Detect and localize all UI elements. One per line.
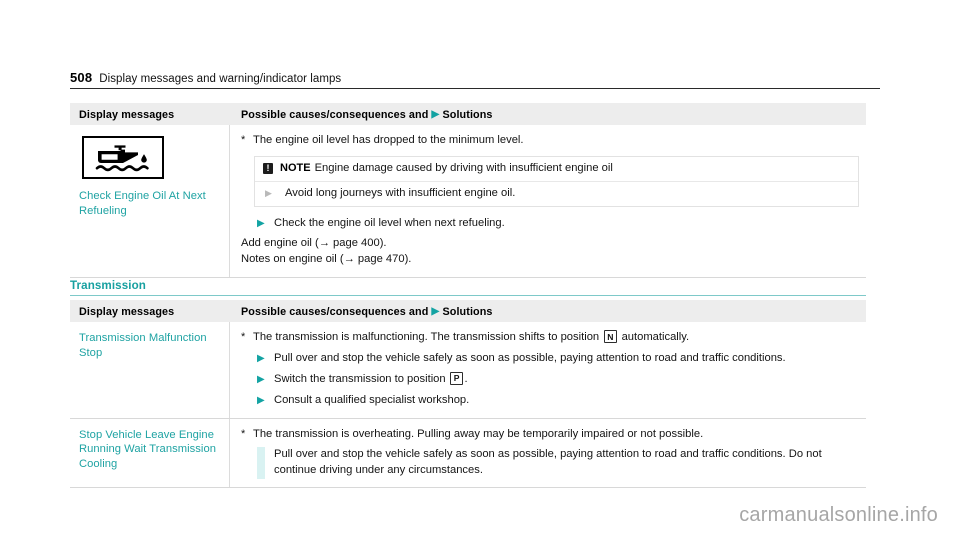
- causes-solutions-cell: * The engine oil level has dropped to th…: [230, 125, 866, 277]
- header-causes-text: Possible causes/consequences and: [241, 306, 429, 318]
- watermark: carmanualsonline.info: [739, 504, 938, 526]
- solution-item: ▶ Switch the transmission to position P.: [257, 371, 860, 388]
- note-triangle-icon: ▶: [265, 187, 272, 198]
- message-cell: Transmission Malfunction Stop: [70, 322, 230, 418]
- cause-bullet: *: [241, 427, 246, 440]
- table-row: Check Engine Oil At Next Refueling * The…: [70, 125, 866, 278]
- section-heading-transmission: Transmission: [70, 279, 866, 297]
- solutions-triangle-icon: ▶: [431, 306, 440, 317]
- warning-exclamation-icon: !: [263, 162, 273, 174]
- solution-item: ▶ Check the engine oil level when next r…: [257, 216, 860, 232]
- solution-text-part2: .: [464, 372, 468, 385]
- cross-reference-line: Notes on engine oil (→ page 470).: [241, 253, 412, 265]
- solution-text-part1: Switch the transmission to position: [274, 372, 446, 385]
- display-message-label: Stop Vehicle Leave Engine Running Wait T…: [79, 428, 217, 470]
- solution-triangle-icon: ▶: [257, 449, 265, 460]
- section-title: Transmission: [70, 279, 146, 292]
- note-action-row: ▶ Avoid long journeys with insufficient …: [255, 182, 858, 206]
- manual-page: 508 Display messages and warning/indicat…: [0, 0, 960, 533]
- cause-bullet: *: [241, 134, 246, 146]
- causes-solutions-cell: * The transmission is overheating. Pulli…: [230, 419, 866, 488]
- cause-text: The transmission is malfunctioning. The …: [253, 330, 860, 346]
- cause-text-part1: The transmission is malfunctioning. The …: [253, 331, 600, 343]
- section-divider: [70, 295, 866, 297]
- table-header-display-messages: Display messages: [79, 109, 175, 121]
- display-message-label: Transmission Malfunction Stop: [79, 332, 207, 359]
- note-action-text: Avoid long journeys with insufficient en…: [285, 187, 516, 199]
- solution-item: ▶ Consult a qualified specialist worksho…: [257, 393, 860, 409]
- cross-reference-line: Add engine oil (→ page 400).: [241, 236, 387, 249]
- solution-triangle-icon: ▶: [257, 373, 265, 385]
- note-box: ! NOTE Engine damage caused by driving w…: [254, 155, 859, 207]
- engine-oil-level-lamp-icon: [82, 136, 164, 179]
- solution-item-highlighted: ▶ Pull over and stop the vehicle safely …: [257, 447, 860, 479]
- note-text: Engine damage caused by driving with ins…: [314, 162, 613, 174]
- cause-text-part2: automatically.: [621, 331, 690, 343]
- solution-triangle-icon: ▶: [257, 352, 265, 364]
- header-solutions-text: Solutions: [442, 306, 493, 318]
- gear-position-badge-p: P: [450, 371, 463, 385]
- solution-text: Switch the transmission to position P.: [274, 371, 860, 388]
- table-header-row: Display messages Possible causes/consequ…: [70, 300, 866, 322]
- solution-triangle-icon: ▶: [257, 217, 265, 229]
- solution-item: ▶ Pull over and stop the vehicle safely …: [257, 351, 860, 367]
- cause-text: The transmission is overheating. Pulling…: [253, 427, 704, 440]
- display-messages-table-engine-oil: Display messages Possible causes/consequ…: [70, 103, 866, 278]
- table-header-causes-solutions: Possible causes/consequences and ▶ Solut…: [230, 302, 866, 320]
- solution-text: Pull over and stop the vehicle safely as…: [274, 351, 786, 364]
- header-divider: [70, 88, 880, 90]
- chapter-title: Display messages and warning/indicator l…: [99, 73, 342, 85]
- solution-triangle-icon: ▶: [257, 394, 265, 406]
- solution-text: Consult a qualified specialist workshop.: [274, 393, 470, 406]
- running-head: 508 Display messages and warning/indicat…: [70, 70, 880, 85]
- table-row: Transmission Malfunction Stop * The tran…: [70, 322, 866, 419]
- display-message-label: Check Engine Oil At Next Refueling: [79, 190, 206, 217]
- note-keyword: NOTE: [280, 162, 311, 174]
- header-solutions-text: Solutions: [442, 109, 493, 121]
- gear-position-badge-n: N: [603, 330, 617, 343]
- note-headline-row: ! NOTE Engine damage caused by driving w…: [255, 157, 858, 182]
- message-cell: Check Engine Oil At Next Refueling: [70, 125, 230, 277]
- cause-item: * The engine oil level has dropped to th…: [241, 133, 860, 149]
- table-header-causes-solutions: Possible causes/consequences and ▶ Solut…: [230, 105, 866, 123]
- display-messages-table-transmission: Display messages Possible causes/consequ…: [70, 300, 866, 488]
- table-header-display-messages: Display messages: [79, 306, 175, 318]
- cause-text: The engine oil level has dropped to the …: [253, 134, 524, 146]
- cause-bullet: *: [241, 331, 246, 343]
- cause-item: * The transmission is malfunctioning. Th…: [241, 330, 860, 346]
- header-causes-text: Possible causes/consequences and: [241, 109, 429, 121]
- solutions-triangle-icon: ▶: [431, 109, 440, 120]
- message-cell: Stop Vehicle Leave Engine Running Wait T…: [70, 418, 230, 487]
- solution-text: Pull over and stop the vehicle safely as…: [274, 448, 822, 476]
- cause-item: * The transmission is overheating. Pulli…: [241, 427, 860, 443]
- page-number: 508: [70, 70, 93, 85]
- table-row: Stop Vehicle Leave Engine Running Wait T…: [70, 418, 866, 488]
- causes-solutions-cell: * The transmission is malfunctioning. Th…: [230, 322, 866, 418]
- table-header-row: Display messages Possible causes/consequ…: [70, 103, 866, 125]
- solution-text: Check the engine oil level when next ref…: [274, 216, 505, 229]
